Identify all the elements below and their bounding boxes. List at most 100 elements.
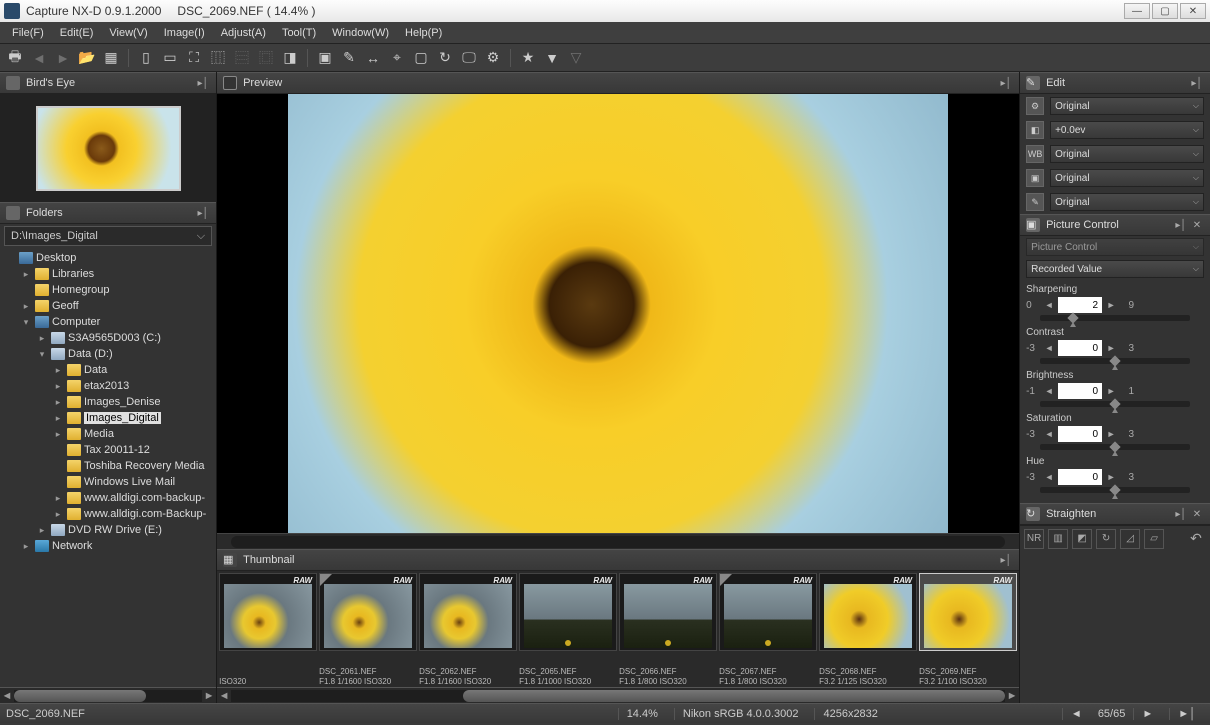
thumbnail-item[interactable]: RAW: [619, 573, 717, 651]
close-panel-icon[interactable]: ✕: [1190, 218, 1204, 232]
fullscreen-icon[interactable]: ⛶: [185, 49, 203, 67]
tree-item[interactable]: ▸www.alldigi.com-Backup-: [0, 506, 216, 522]
collapse-icon[interactable]: ▸│: [999, 553, 1013, 567]
layout1-icon[interactable]: ▯: [137, 49, 155, 67]
hand-icon[interactable]: ↔: [364, 49, 382, 67]
decrease-icon[interactable]: ◄: [1044, 343, 1054, 353]
thumbnail-item[interactable]: RAW: [219, 573, 317, 651]
thumb-scrollbar[interactable]: ◄ ►: [217, 687, 1019, 703]
compare-icon[interactable]: ⿲: [209, 49, 227, 67]
menu-adjust[interactable]: Adjust(A): [213, 25, 274, 41]
crop-icon[interactable]: ⌖: [388, 49, 406, 67]
tree-item[interactable]: ▸www.alldigi.com-backup-: [0, 490, 216, 506]
tree-item[interactable]: ▾Data (D:): [0, 346, 216, 362]
lens-icon[interactable]: ▱: [1144, 529, 1164, 549]
thumbnail-item[interactable]: RAW: [519, 573, 617, 651]
decrease-icon[interactable]: ◄: [1044, 429, 1054, 439]
tone-icon[interactable]: ▥: [1048, 529, 1068, 549]
thumbnail-item[interactable]: RAW: [319, 573, 417, 651]
collapse-icon[interactable]: ▸│: [1190, 76, 1204, 90]
path-bar[interactable]: D:\Images_Digital ⌵: [4, 226, 212, 246]
maximize-button[interactable]: ▢: [1152, 3, 1178, 19]
minimize-button[interactable]: —: [1124, 3, 1150, 19]
refresh-icon[interactable]: ↻: [436, 49, 454, 67]
edit-dropdown[interactable]: Original⌵: [1050, 169, 1204, 187]
monitor-icon[interactable]: 🖵: [460, 49, 478, 67]
expand-icon[interactable]: ▸│: [1174, 507, 1188, 521]
thumbnail-item[interactable]: RAW: [719, 573, 817, 651]
preview-scrollbar[interactable]: [217, 533, 1019, 549]
star-icon[interactable]: ★: [519, 49, 537, 67]
settings-icon[interactable]: ⚙: [484, 49, 502, 67]
folder-tree[interactable]: Desktop▸LibrariesHomegroup▸Geoff▾Compute…: [0, 248, 216, 687]
edit-dropdown[interactable]: Original⌵: [1050, 193, 1204, 211]
slider-value[interactable]: 0: [1058, 426, 1102, 442]
menu-help[interactable]: Help(P): [397, 25, 450, 41]
preview-area[interactable]: [217, 94, 1019, 533]
menu-window[interactable]: Window(W): [324, 25, 397, 41]
menu-image[interactable]: Image(I): [156, 25, 213, 41]
tree-item[interactable]: ▸Network: [0, 538, 216, 554]
pc-value-dropdown[interactable]: Recorded Value⌵: [1026, 260, 1204, 278]
status-end-icon[interactable]: ►│: [1169, 708, 1204, 720]
open-folder-icon[interactable]: 📂: [78, 49, 96, 67]
levels-icon[interactable]: ◩: [1072, 529, 1092, 549]
compare4-icon[interactable]: ◨: [281, 49, 299, 67]
birdseye-view[interactable]: [0, 94, 216, 202]
tree-item[interactable]: ▸Media: [0, 426, 216, 442]
eyedropper-icon[interactable]: ✎: [340, 49, 358, 67]
thumbnail-item[interactable]: RAW: [819, 573, 917, 651]
edit-dropdown[interactable]: +0.0ev⌵: [1050, 121, 1204, 139]
expand-icon[interactable]: ▸│: [1174, 218, 1188, 232]
menu-file[interactable]: File(F): [4, 25, 52, 41]
filter-icon[interactable]: ▼: [543, 49, 561, 67]
collapse-icon[interactable]: ▸│: [196, 206, 210, 220]
slider-track[interactable]: [1040, 315, 1190, 321]
print-icon[interactable]: 🖶: [6, 49, 24, 67]
decrease-icon[interactable]: ◄: [1044, 472, 1054, 482]
tree-item[interactable]: Tax 20011-12: [0, 442, 216, 458]
chevron-down-icon[interactable]: ⌵: [197, 230, 205, 243]
tree-item[interactable]: Windows Live Mail: [0, 474, 216, 490]
curve-icon[interactable]: ◿: [1120, 529, 1140, 549]
slider-track[interactable]: [1040, 358, 1190, 364]
thumbnail-item[interactable]: RAW: [419, 573, 517, 651]
slider-track[interactable]: [1040, 487, 1190, 493]
tree-scrollbar[interactable]: ◄ ►: [0, 687, 216, 703]
tree-item[interactable]: ▸Geoff: [0, 298, 216, 314]
slider-value[interactable]: 0: [1058, 383, 1102, 399]
tree-item[interactable]: ▸Libraries: [0, 266, 216, 282]
rotate2-icon[interactable]: ↻: [1096, 529, 1116, 549]
increase-icon[interactable]: ►: [1106, 300, 1116, 310]
edit-dropdown[interactable]: Original⌵: [1050, 97, 1204, 115]
undo-icon[interactable]: ↶: [1186, 529, 1206, 549]
tree-item[interactable]: Homegroup: [0, 282, 216, 298]
menu-tool[interactable]: Tool(T): [274, 25, 324, 41]
status-prev-icon[interactable]: ◄: [1062, 708, 1090, 720]
menu-edit[interactable]: Edit(E): [52, 25, 102, 41]
tree-item[interactable]: ▸etax2013: [0, 378, 216, 394]
nr-icon[interactable]: NR: [1024, 529, 1044, 549]
thumbnail-strip[interactable]: RAWRAWRAWRAWRAWRAWRAWRAW: [217, 571, 1019, 667]
slider-value[interactable]: 2: [1058, 297, 1102, 313]
pc-type-dropdown[interactable]: Picture Control⌵: [1026, 238, 1204, 256]
tree-item[interactable]: Toshiba Recovery Media: [0, 458, 216, 474]
slider-value[interactable]: 0: [1058, 340, 1102, 356]
tree-item[interactable]: ▸Images_Denise: [0, 394, 216, 410]
increase-icon[interactable]: ►: [1106, 343, 1116, 353]
slider-value[interactable]: 0: [1058, 469, 1102, 485]
increase-icon[interactable]: ►: [1106, 386, 1116, 396]
tree-item[interactable]: ▸Images_Digital: [0, 410, 216, 426]
tree-item[interactable]: ▸S3A9565D003 (C:): [0, 330, 216, 346]
edit-dropdown[interactable]: Original⌵: [1050, 145, 1204, 163]
menu-view[interactable]: View(V): [101, 25, 155, 41]
layout2-icon[interactable]: ▭: [161, 49, 179, 67]
close-panel-icon[interactable]: ✕: [1190, 507, 1204, 521]
thumbnail-item[interactable]: RAW: [919, 573, 1017, 651]
tree-item[interactable]: ▾Computer: [0, 314, 216, 330]
collapse-icon[interactable]: ▸│: [999, 76, 1013, 90]
slider-track[interactable]: [1040, 401, 1190, 407]
grid-icon[interactable]: ▦: [102, 49, 120, 67]
slider-track[interactable]: [1040, 444, 1190, 450]
tree-item[interactable]: ▸Data: [0, 362, 216, 378]
